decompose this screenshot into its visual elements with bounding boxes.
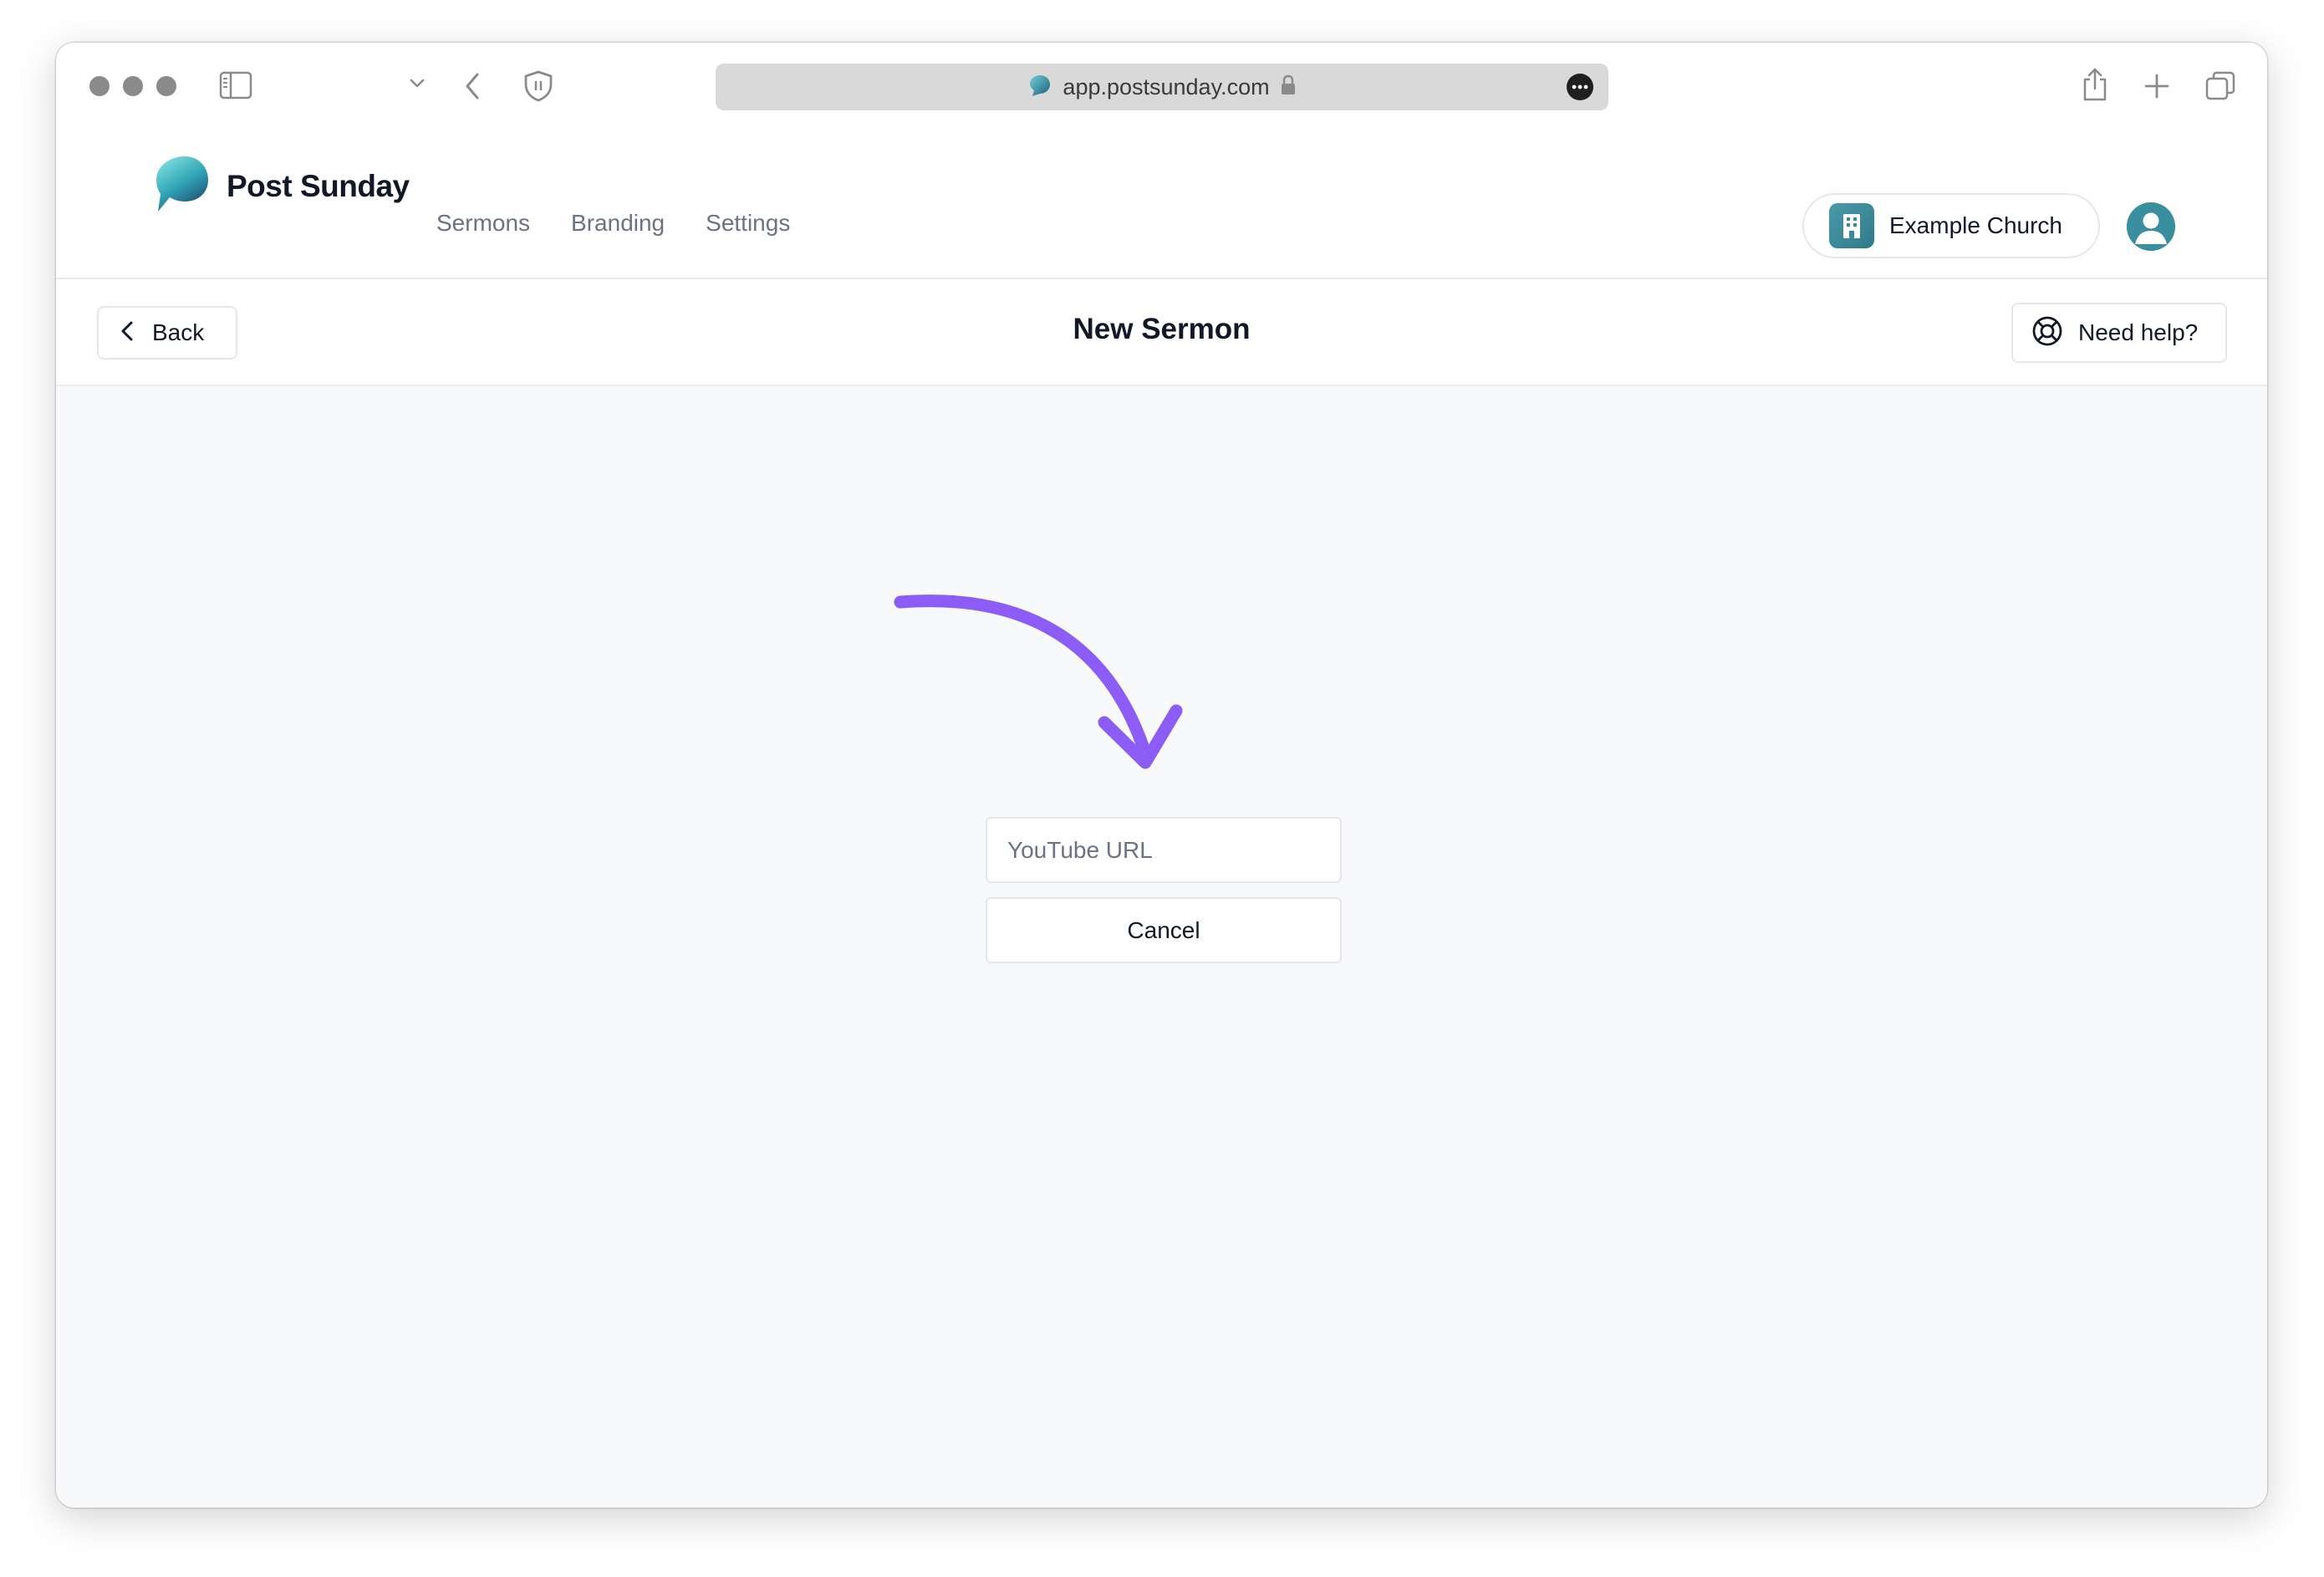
sidebar-icon[interactable] [219,71,252,100]
need-help-button[interactable]: Need help? [2011,303,2227,363]
chevron-down-icon[interactable] [409,78,426,89]
building-icon [1829,203,1874,248]
page-header: Back New Sermon Need help? [56,279,2267,386]
share-icon[interactable] [2082,67,2108,102]
tabs-overview-icon[interactable] [2204,70,2236,102]
nav-settings[interactable]: Settings [706,210,790,237]
url-text: app.postsunday.com [1063,74,1270,100]
page-title: New Sermon [1073,313,1251,345]
brand-name: Post Sunday [227,168,410,203]
nav-branding[interactable]: Branding [571,210,665,237]
need-help-label: Need help? [2078,319,2199,345]
app-navbar: Post Sunday Sermons Branding Settings Ex… [56,130,2267,279]
shield-icon[interactable] [522,69,554,103]
user-avatar-icon[interactable] [2127,202,2175,251]
main-nav: Sermons Branding Settings [436,210,790,237]
browser-toolbar: app.postsunday.com [56,43,2267,130]
logo-icon [153,153,212,219]
window-controls [89,76,176,96]
minimize-window-button[interactable] [123,76,143,96]
site-favicon [1027,73,1052,102]
cancel-button[interactable]: Cancel [986,897,1342,963]
back-arrow-icon[interactable] [463,72,482,100]
nav-sermons[interactable]: Sermons [436,210,530,237]
new-tab-icon[interactable] [2143,73,2170,100]
church-name: Example Church [1889,212,2062,238]
browser-window: app.postsunday.com Post Sunday Sermons B… [56,43,2267,1508]
curved-arrow-icon [892,579,1226,800]
address-bar[interactable]: app.postsunday.com [716,64,1608,110]
youtube-url-input[interactable] [986,817,1342,883]
lifebuoy-icon [2031,315,2063,351]
more-icon[interactable] [1567,74,1593,100]
lock-icon [1280,74,1297,100]
brand[interactable]: Post Sunday [153,153,410,219]
close-window-button[interactable] [89,76,110,96]
main-content: Cancel [56,386,2267,1508]
zoom-window-button[interactable] [156,76,176,96]
church-switcher-button[interactable]: Example Church [1802,193,2100,258]
